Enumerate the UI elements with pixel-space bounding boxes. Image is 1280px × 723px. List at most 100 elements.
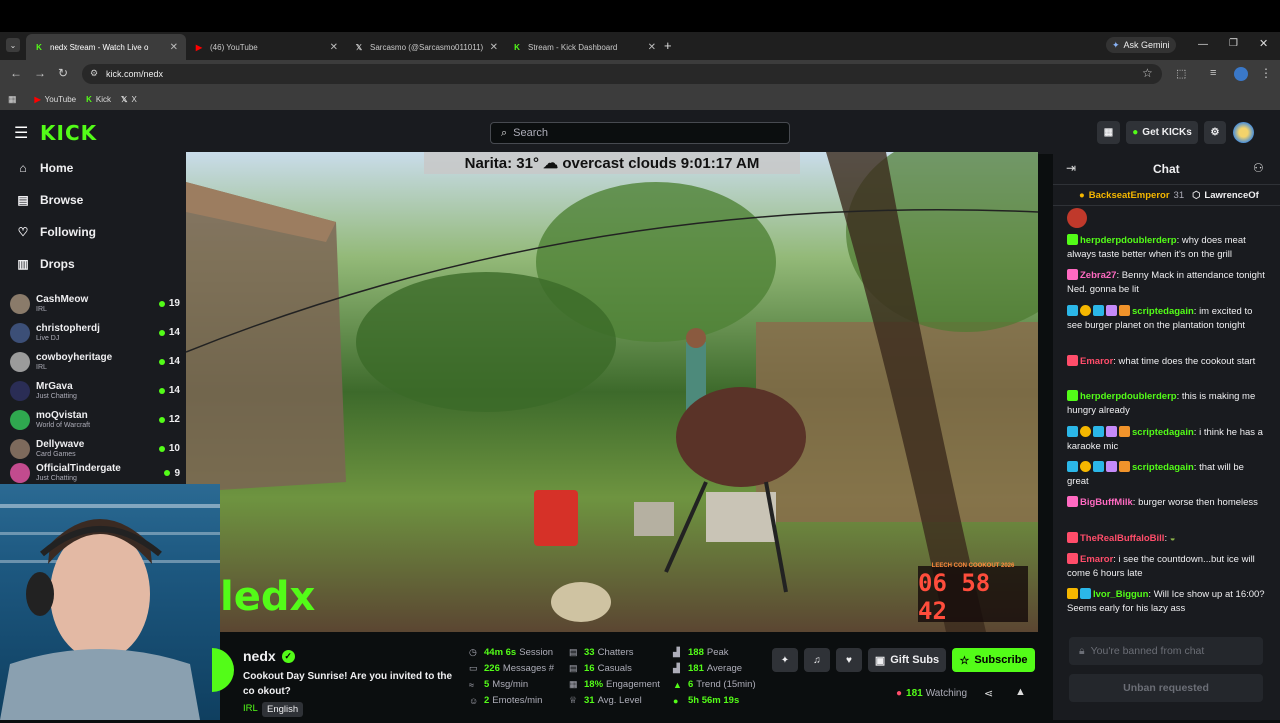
maximize-button[interactable]: ❐	[1229, 38, 1238, 49]
close-icon[interactable]: ✕	[170, 42, 178, 53]
warning-icon: ▲	[1015, 686, 1026, 698]
channel-item[interactable]: CashMeow IRL 19	[10, 289, 180, 318]
chat-input: 🔒︎ You're banned from chat	[1069, 637, 1263, 665]
bookmark-x[interactable]: 𝕏X	[121, 95, 137, 104]
channel-item[interactable]: Dellywave Card Games 10	[10, 434, 180, 463]
chat-message: Emaror: what time does the cookout start	[1067, 355, 1267, 369]
reload-button[interactable]: ↻	[58, 66, 68, 80]
stream-title: Cookout Day Sunrise! Are you invited to …	[243, 671, 453, 697]
x-icon: 𝕏	[121, 94, 128, 104]
avatar	[10, 438, 30, 459]
countdown-overlay: LEECH CON COOKOUT 2026 06 58 42	[918, 563, 1028, 625]
arrow-left-icon: ←	[10, 66, 22, 80]
emote-icon: ☺	[469, 695, 479, 706]
bookmark-youtube[interactable]: ▶ YouTube	[35, 95, 77, 104]
avatar	[10, 351, 30, 372]
stat-peak: ▟ 188 Peak	[673, 647, 729, 658]
video-player[interactable]	[186, 152, 1038, 632]
arrow-right-icon: →	[34, 66, 46, 80]
channel-item[interactable]: cowboyheritage IRL 14	[10, 347, 180, 376]
user-avatar[interactable]	[1233, 122, 1254, 143]
bookmark-star-icon[interactable]: ☆	[1142, 66, 1153, 80]
unban-requested-button: Unban requested	[1069, 674, 1263, 702]
channel-item[interactable]: moQvistan World of Warcraft 12	[10, 405, 180, 434]
close-icon[interactable]: ✕	[330, 42, 338, 53]
extensions-icon[interactable]: ⬚	[1176, 67, 1186, 80]
webcam-overlay	[0, 484, 220, 720]
close-window-button[interactable]: ✕	[1259, 37, 1268, 50]
media-icon[interactable]: ≡	[1210, 67, 1216, 79]
browser-tab[interactable]: 𝕏 Sarcasmo (@Sarcasmo011011) ✕	[346, 34, 506, 60]
badge-icon	[1106, 305, 1117, 316]
badge-icon: ⬡	[1192, 189, 1201, 201]
stat-chatters: ▤ 33 Chatters	[569, 647, 634, 658]
layout-button[interactable]: ▦	[1097, 121, 1120, 144]
notification-button[interactable]: ♫	[804, 648, 830, 672]
channel-name[interactable]: nedx ✓	[243, 648, 295, 664]
home-icon: ⌂	[19, 161, 27, 175]
verified-icon: ✓	[281, 649, 295, 663]
badge-icon	[1067, 532, 1078, 543]
search-input[interactable]: ⌕ Search	[490, 122, 790, 144]
stat-uptime: ● 5h 56m 19s	[673, 695, 740, 706]
stat-emotes-per-min: ☺ 2 Emotes/min	[469, 695, 543, 706]
browser-tab[interactable]: K nedx Stream - Watch Live o ✕	[26, 34, 186, 60]
browser-tab[interactable]: ▶ (46) YouTube ✕	[186, 34, 346, 60]
sidebar-item-following[interactable]: ♡ Following	[16, 225, 96, 239]
chat-users-button[interactable]: ⚇	[1253, 161, 1264, 175]
apps-grid-icon[interactable]: ▦	[8, 94, 17, 105]
new-tab-button[interactable]: +	[664, 38, 672, 53]
chat-message: herpderpdoublerderp: this is making me h…	[1067, 390, 1256, 416]
chat-message: Ivor_Biggun: Will Ice show up at 16:00? …	[1067, 588, 1265, 614]
sidebar-item-home[interactable]: ⌂ Home	[16, 161, 73, 175]
badge-icon	[1093, 305, 1104, 316]
channel-item[interactable]: OfficialTindergate Just Chatting 9	[10, 463, 180, 483]
language-tag[interactable]: English	[262, 702, 304, 717]
chat-message: scriptedagain: that will be great	[1067, 461, 1244, 487]
url-field[interactable]: ⚙ kick.com/nedx	[82, 64, 1162, 84]
watching-count: ● 181 Watching	[896, 688, 968, 699]
pin-button[interactable]: ✦	[772, 648, 798, 672]
settings-button[interactable]: ⚙	[1204, 121, 1226, 144]
report-button[interactable]: ▲	[1015, 686, 1026, 698]
badge-icon	[1067, 234, 1078, 245]
kick-logo[interactable]: KICK	[40, 121, 97, 145]
close-icon[interactable]: ✕	[490, 42, 498, 53]
badge-icon	[1106, 426, 1117, 437]
get-kicks-button[interactable]: ● Get KICKs	[1126, 121, 1198, 144]
chat-message: BigBuffMilk: burger worse then homeless	[1067, 496, 1267, 510]
sidebar-item-browse[interactable]: ▤ Browse	[16, 193, 83, 207]
badge-icon	[1067, 588, 1078, 599]
close-icon[interactable]: ✕	[648, 42, 656, 53]
star-icon: ☆	[959, 654, 970, 667]
browser-menu-icon[interactable]: ⋮	[1260, 66, 1272, 80]
profile-avatar[interactable]	[1234, 67, 1248, 81]
tab-list-button[interactable]: ⌄	[6, 38, 20, 52]
browser-tab[interactable]: K Stream - Kick Dashboard ✕	[504, 34, 664, 60]
menu-icon[interactable]: ☰	[14, 123, 28, 143]
badge-icon	[1067, 461, 1078, 472]
bookmark-kick[interactable]: K Kick	[86, 95, 111, 104]
collapse-chat-button[interactable]: ⇥	[1066, 161, 1076, 175]
ask-gemini-button[interactable]: ✦ Ask Gemini	[1106, 37, 1176, 53]
trend-icon: ▲	[673, 679, 682, 690]
forward-button[interactable]: →	[34, 66, 46, 80]
message-icon: ▭	[469, 663, 478, 673]
minimize-button[interactable]: —	[1198, 39, 1208, 50]
heart-icon: ♥	[846, 654, 852, 666]
x-icon: 𝕏	[355, 42, 363, 52]
subscribe-button[interactable]: ☆ Subscribe	[952, 648, 1035, 672]
chat-leaderboard: ● BackseatEmperor 31 ⬡ LawrenceOf	[1053, 184, 1280, 206]
channel-item[interactable]: MrGava Just Chatting 14	[10, 376, 180, 405]
drops-icon: ▥	[17, 257, 29, 271]
site-info-icon[interactable]: ⚙	[90, 68, 98, 79]
gear-icon: ⚙	[1210, 127, 1220, 138]
share-button[interactable]: ⋖	[984, 687, 993, 700]
channel-item[interactable]: christopherdj Live DJ 14	[10, 318, 180, 347]
badge-icon	[1119, 305, 1130, 316]
sidebar-item-drops[interactable]: ▥ Drops	[16, 257, 74, 271]
gift-subs-button[interactable]: ▣ Gift Subs	[868, 648, 946, 672]
back-button[interactable]: ←	[10, 66, 22, 80]
category-tag[interactable]: IRL	[243, 703, 258, 714]
follow-button[interactable]: ♥	[836, 648, 862, 672]
